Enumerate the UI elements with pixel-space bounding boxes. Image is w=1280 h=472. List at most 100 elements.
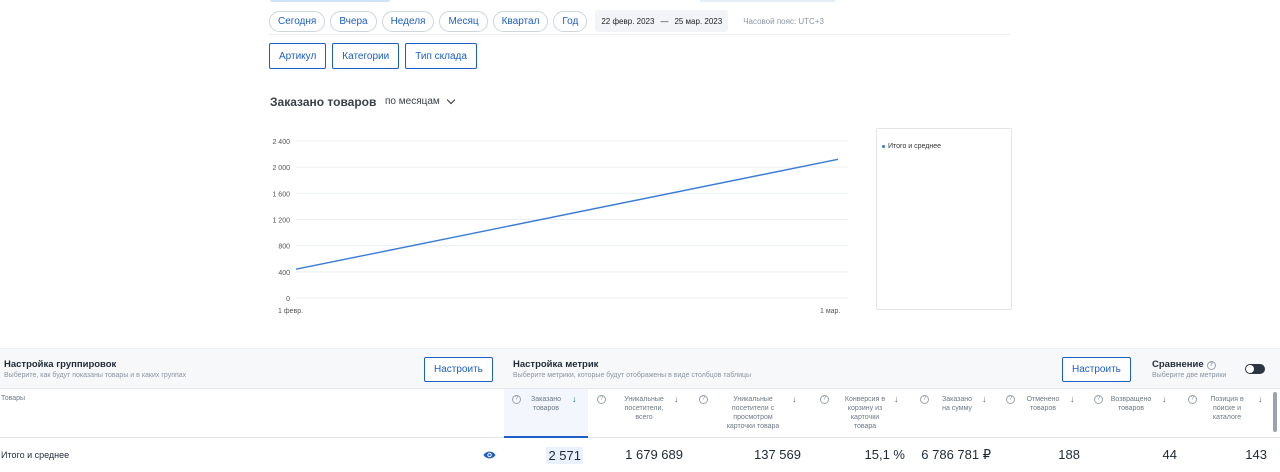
column-header-line: Возвращено	[1110, 396, 1152, 403]
group-warehouse-type-button[interactable]: Тип склада	[405, 43, 477, 69]
column-header-label: Уникальные посетители с просмотром карточки…	[718, 395, 788, 431]
chart-title: Заказано товаров	[270, 95, 377, 109]
column-header-line: посетители,	[624, 405, 664, 412]
column-header-line: поиске и	[1213, 405, 1241, 412]
metrics-configure-button[interactable]: Настроить	[1062, 357, 1131, 382]
column-header-line: товаров	[1117, 405, 1145, 412]
metric-column-header[interactable]: ? Возвращено товаров ↓	[1088, 389, 1180, 438]
help-icon[interactable]: ?	[1206, 361, 1216, 370]
column-header-line: всего	[635, 414, 653, 421]
metric-column-header[interactable]: ? Уникальные посетители, всего ↓	[590, 389, 690, 438]
date-range-picker[interactable]: 22 февр. 2023 — 25 мар. 2023	[595, 10, 729, 32]
sort-arrow-icon[interactable]: ↓	[1162, 394, 1167, 404]
table-cell: 2 571	[546, 447, 583, 464]
period-selector: Сегодня Вчера Неделя Месяц Квартал Год 2…	[269, 10, 824, 32]
y-tick-label: 1 600	[272, 191, 290, 198]
column-header-label: Возвращено товаров	[1106, 395, 1156, 413]
tab-indicator	[700, 0, 835, 2]
x-axis-ticks: 1 февр. 1 мар.	[278, 308, 840, 315]
comparison-toggle[interactable]	[1245, 364, 1265, 374]
sort-arrow-icon[interactable]: ↓	[894, 394, 899, 404]
help-icon[interactable]: ?	[920, 395, 929, 404]
sort-arrow-icon[interactable]: ↓	[1258, 394, 1263, 404]
column-header-label: Конверсия в корзину из карточки товара	[840, 395, 890, 431]
sort-arrow-icon[interactable]: ↓	[982, 394, 987, 404]
legend-dot	[882, 145, 885, 148]
y-tick-label: 0	[286, 296, 290, 303]
column-header-line: Позиция в	[1210, 396, 1244, 403]
scrollbar-thumb[interactable]	[1273, 392, 1277, 432]
chart-period-select[interactable]: по месяцам	[385, 95, 456, 107]
period-week[interactable]: Неделя	[381, 10, 435, 32]
grouping-configure-button[interactable]: Настроить	[424, 357, 493, 382]
y-axis-ticks: 2 400 2 000 1 600 1 200 800 400 0	[272, 139, 290, 303]
metric-column-header[interactable]: ? Заказано на сумму ↓	[916, 389, 1000, 438]
y-tick-label: 2 000	[272, 165, 290, 172]
column-header-line: на сумму	[942, 405, 972, 412]
table-scrollbar[interactable]	[1272, 389, 1278, 439]
metric-column-header[interactable]: ? Позиция в поиске и каталоге ↓	[1182, 389, 1270, 438]
table-row: Итого и среднее 2 571 1 679 689 137 569 15,…	[0, 439, 1280, 472]
column-header-label: Заказано товаров	[524, 395, 568, 413]
metrics-settings-subtitle: Выберите метрики, которые будут отображе…	[513, 372, 752, 379]
table-header: Товары ? Заказано товаров ↓? Уникальные посет…	[0, 389, 1280, 438]
period-yesterday[interactable]: Вчера	[330, 10, 377, 32]
help-icon[interactable]: ?	[1094, 395, 1103, 404]
column-header-line: Уникальные	[733, 396, 773, 403]
y-tick-label: 400	[278, 270, 290, 277]
toggle-knob	[1246, 365, 1254, 373]
period-quarter[interactable]: Квартал	[492, 10, 549, 32]
chevron-down-icon	[446, 95, 456, 105]
period-year[interactable]: Год	[553, 10, 588, 32]
divider	[269, 34, 1010, 35]
column-header-label: Отменено товаров	[1020, 395, 1066, 413]
metrics-settings-title: Настройка метрик	[513, 359, 599, 370]
column-header-line: товаров	[532, 405, 560, 412]
grouping-buttons: Артикул Категории Тип склада	[269, 43, 477, 69]
column-header-line: Заказано	[941, 396, 972, 403]
row-label: Итого и среднее	[1, 450, 70, 460]
table-cell: 15,1 %	[864, 447, 905, 462]
legend-item[interactable]: Итого и среднее	[882, 143, 941, 150]
date-from: 22 февр. 2023	[601, 16, 655, 26]
legend-item-label: Итого и среднее	[888, 143, 942, 150]
column-header-line: каталоге	[1212, 414, 1242, 421]
column-header-line: просмотром	[733, 414, 773, 421]
metric-column-header[interactable]: ? Заказано товаров ↓	[504, 389, 588, 438]
help-icon[interactable]: ?	[1006, 395, 1015, 404]
help-icon[interactable]: ?	[597, 395, 606, 404]
period-today[interactable]: Сегодня	[269, 10, 326, 32]
date-separator: —	[660, 16, 669, 26]
sort-arrow-icon[interactable]: ↓	[1070, 394, 1075, 404]
help-icon[interactable]: ?	[1188, 395, 1197, 404]
metric-column-header[interactable]: ? Уникальные посетители с просмотром карточк…	[692, 389, 810, 438]
group-article-button[interactable]: Артикул	[269, 43, 327, 69]
column-header-line: Отменено	[1026, 396, 1060, 403]
sort-arrow-icon[interactable]: ↓	[792, 394, 797, 404]
sort-arrow-icon[interactable]: ↓	[572, 394, 577, 404]
column-header-label: Позиция в поиске и каталоге	[1208, 395, 1246, 422]
comparison-title: Сравнение?	[1152, 359, 1216, 370]
metric-column-header[interactable]: ? Конверсия в корзину из карточки товара ↓	[812, 389, 914, 438]
metric-column-header[interactable]: ? Отменено товаров ↓	[1002, 389, 1086, 438]
column-header-label: Уникальные посетители, всего	[616, 395, 672, 422]
series-line[interactable]	[295, 158, 839, 270]
column-header-line: товара	[853, 423, 877, 430]
chart-grid	[296, 140, 848, 299]
y-tick-label: 2 400	[272, 139, 290, 146]
column-header-line: Заказано	[530, 396, 561, 403]
table-cell: 143	[1245, 447, 1267, 462]
period-month[interactable]: Месяц	[439, 10, 488, 32]
eye-icon[interactable]	[483, 450, 496, 460]
help-icon[interactable]: ?	[512, 395, 521, 404]
help-icon[interactable]: ?	[699, 395, 708, 404]
sort-arrow-icon[interactable]: ↓	[674, 394, 679, 404]
group-categories-button[interactable]: Категории	[332, 43, 400, 69]
y-tick-label: 1 200	[272, 218, 290, 225]
column-header-line: товаров	[1029, 405, 1057, 412]
date-to: 25 мар. 2023	[674, 16, 723, 26]
help-icon[interactable]: ?	[820, 395, 829, 404]
x-tick-label: 1 февр.	[278, 308, 303, 315]
table-cell: 137 569	[754, 447, 801, 462]
active-tab-indicator	[270, 0, 390, 2]
